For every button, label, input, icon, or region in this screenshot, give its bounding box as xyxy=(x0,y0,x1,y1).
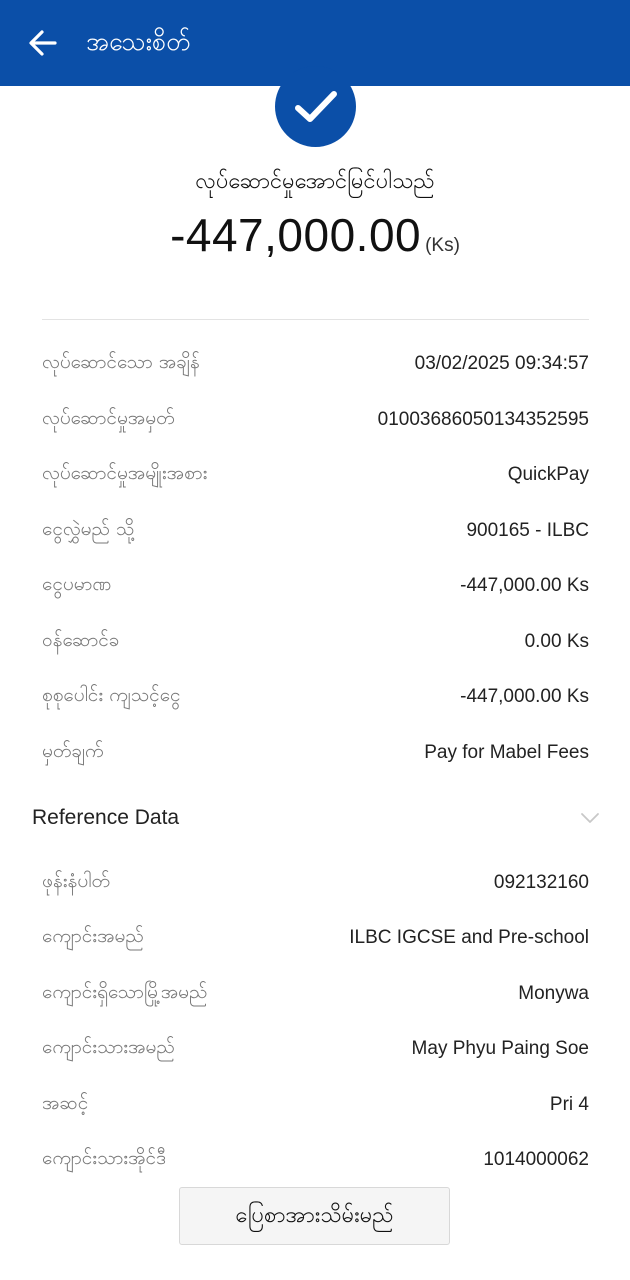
reference-row: ကျောင်းသားအိုင်ဒီ 1014000062 xyxy=(42,1140,589,1180)
reference-row: ကျောင်းသားအမည် May Phyu Paing Soe xyxy=(42,1029,589,1069)
detail-value: -447,000.00 Ks xyxy=(460,575,589,596)
reference-row: အဆင့် Pri 4 xyxy=(42,1085,589,1125)
checkmark-icon xyxy=(294,90,337,122)
save-receipt-button[interactable]: ပြေစာအားသိမ်းမည် xyxy=(179,1187,450,1245)
reference-row: ကျောင်းရှိသောမြို့အမည် Monywa xyxy=(42,974,589,1014)
reference-row: ဖုန်းနံပါတ် 092132160 xyxy=(42,863,589,903)
detail-label: လုပ်ဆောင်မှုအမှတ် xyxy=(42,407,175,429)
arrow-left-icon xyxy=(29,30,57,56)
detail-row: ငွေလွှဲမည် သို့ 900165 - ILBC xyxy=(42,511,589,551)
reference-label: ကျောင်းအမည် xyxy=(42,925,144,947)
reference-value: Pri 4 xyxy=(549,1094,589,1115)
success-badge xyxy=(275,66,356,147)
reference-data-title: Reference Data xyxy=(32,806,180,829)
detail-value: QuickPay xyxy=(507,464,589,485)
chevron-down-icon xyxy=(581,813,599,823)
detail-value: -447,000.00 Ks xyxy=(460,686,589,707)
reference-value: 092132160 xyxy=(493,872,589,893)
detail-value: 01003686050134352595 xyxy=(377,409,589,430)
detail-row: မှတ်ချက် Pay for Mabel Fees xyxy=(42,733,589,773)
reference-row: ကျောင်းအမည် ILBC IGCSE and Pre-school xyxy=(42,918,589,958)
detail-row: ငွေပမာဏ -447,000.00 Ks xyxy=(42,566,589,606)
detail-row: ဝန်ဆောင်ခ 0.00 Ks xyxy=(42,622,589,662)
detail-label: မှတ်ချက် xyxy=(42,740,104,762)
detail-label: ဝန်ဆောင်ခ xyxy=(42,629,120,651)
reference-label: ကျောင်းရှိသောမြို့အမည် xyxy=(42,981,208,1003)
reference-value: 1014000062 xyxy=(483,1149,589,1170)
divider xyxy=(42,319,589,320)
detail-value: 03/02/2025 09:34:57 xyxy=(414,353,589,374)
reference-label: အဆင့် xyxy=(42,1092,89,1114)
reference-value: May Phyu Paing Soe xyxy=(411,1038,589,1059)
back-button[interactable] xyxy=(26,26,60,60)
reference-value: ILBC IGCSE and Pre-school xyxy=(349,927,589,948)
detail-label: လုပ်ဆောင်မှုအမျိုးအစား xyxy=(42,462,208,484)
status-text: လုပ်ဆောင်မှုအောင်မြင်ပါသည် xyxy=(195,169,435,194)
detail-value: 0.00 Ks xyxy=(524,631,589,652)
amount-value: -447,000.00 xyxy=(170,209,422,261)
detail-label: လုပ်ဆောင်သော အချိန် xyxy=(42,351,200,373)
detail-label: ငွေလွှဲမည် သို့ xyxy=(42,518,135,540)
detail-row: လုပ်ဆောင်မှုအမှတ် 01003686050134352595 xyxy=(42,400,589,440)
amount-currency: (Ks) xyxy=(425,235,460,256)
page-title: အသေးစိတ် xyxy=(86,27,191,56)
reference-label: ကျောင်းသားအမည် xyxy=(42,1036,175,1058)
detail-row: လုပ်ဆောင်မှုအမျိုးအစား QuickPay xyxy=(42,455,589,495)
detail-value: Pay for Mabel Fees xyxy=(424,742,589,763)
detail-label: စုစုပေါင်း ကျသင့်ငွေ xyxy=(42,684,181,706)
amount-display: -447,000.00 (Ks) xyxy=(0,208,630,262)
detail-label: ငွေပမာဏ xyxy=(42,573,112,595)
reference-data-toggle[interactable]: Reference Data xyxy=(32,798,600,838)
detail-row: စုစုပေါင်း ကျသင့်ငွေ -447,000.00 Ks xyxy=(42,677,589,717)
reference-label: ဖုန်းနံပါတ် xyxy=(42,870,110,892)
reference-label: ကျောင်းသားအိုင်ဒီ xyxy=(42,1147,166,1169)
reference-value: Monywa xyxy=(518,983,589,1004)
detail-row: လုပ်ဆောင်သော အချိန် 03/02/2025 09:34:57 xyxy=(42,344,589,384)
detail-value: 900165 - ILBC xyxy=(466,520,589,541)
